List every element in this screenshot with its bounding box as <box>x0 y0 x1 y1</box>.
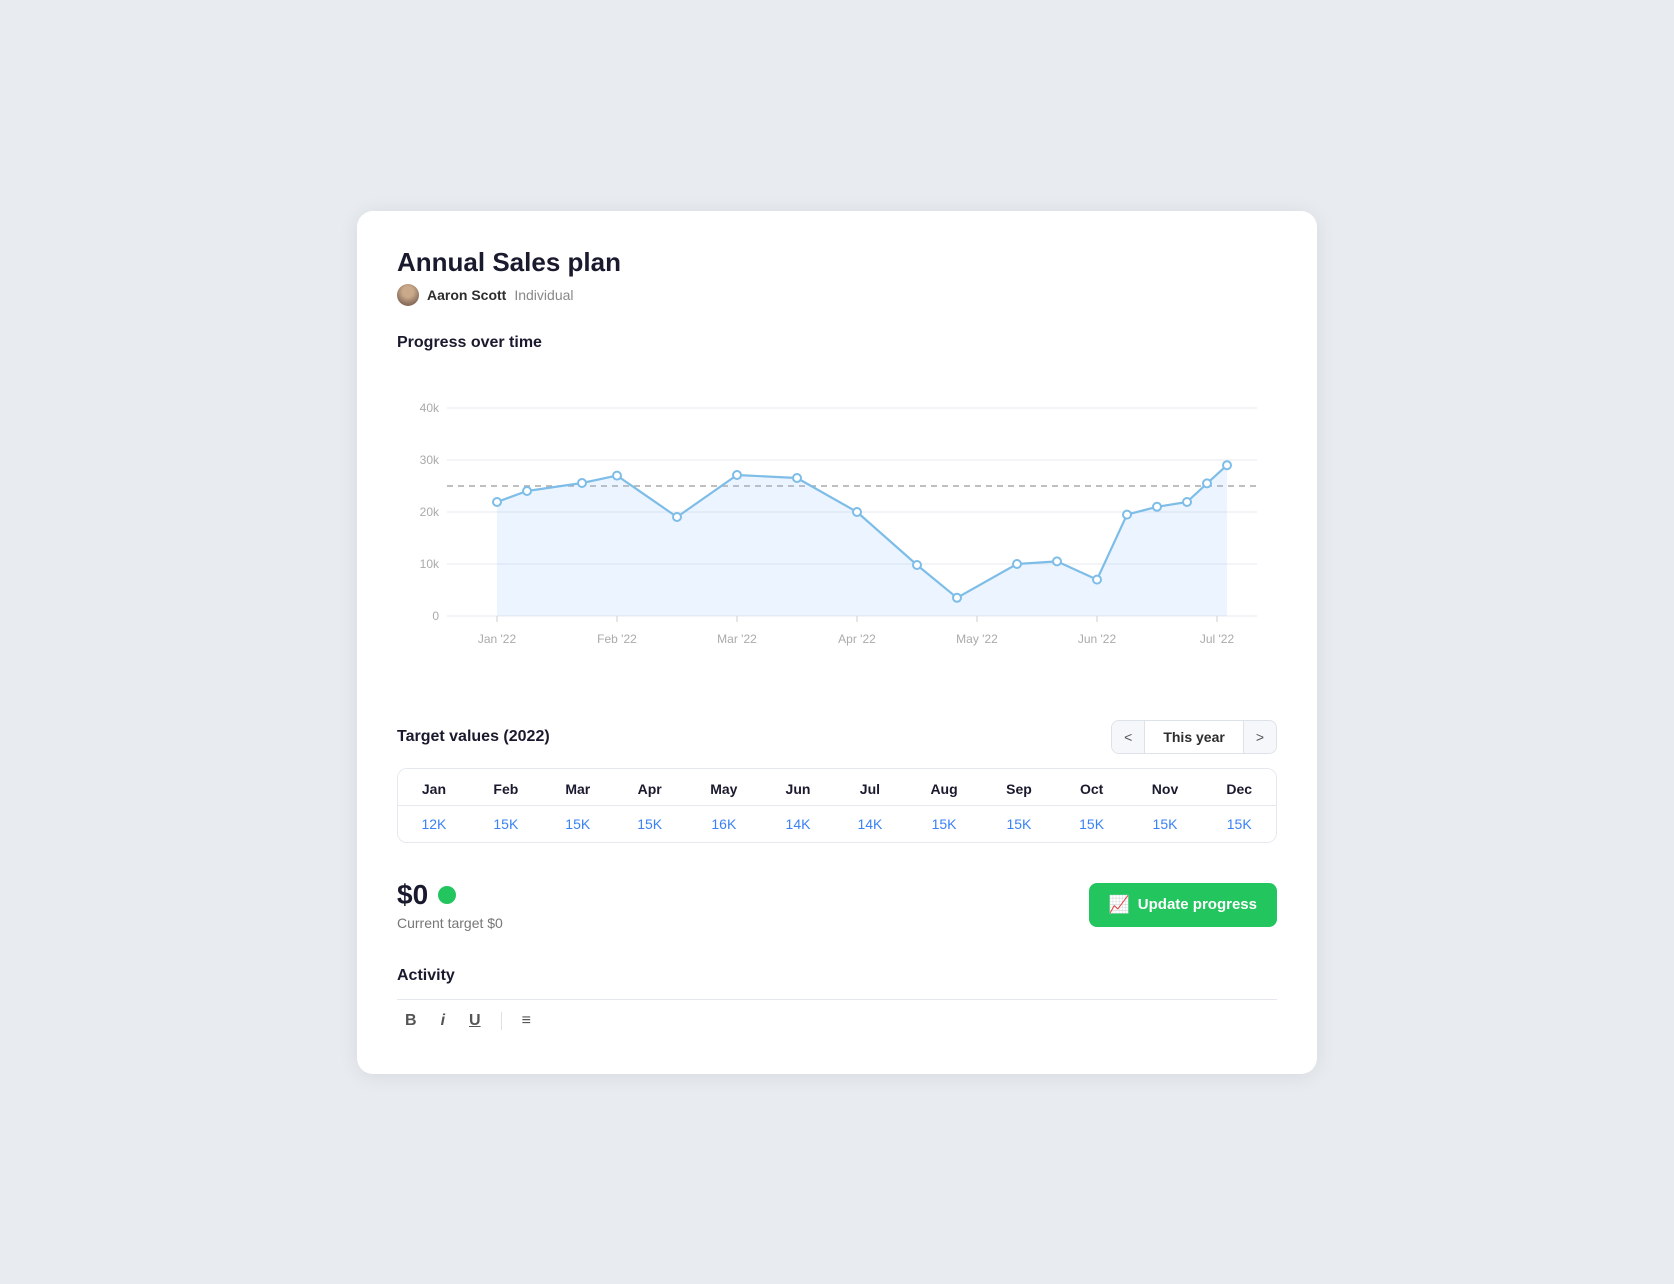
page-title: Annual Sales plan <box>397 247 1277 278</box>
target-month-header: Sep <box>982 769 1055 806</box>
chart-section-title: Progress over time <box>397 334 1277 352</box>
update-progress-icon: 📈 <box>1109 895 1130 915</box>
update-progress-label: Update progress <box>1138 896 1257 913</box>
year-nav-label: This year <box>1144 721 1243 753</box>
target-month-header: Dec <box>1202 769 1276 806</box>
target-section: Target values (2022) < This year > JanFe… <box>397 720 1277 843</box>
toolbar-divider <box>501 1012 502 1030</box>
target-table: JanFebMarAprMayJunJulAugSepOctNovDec 12K… <box>397 768 1277 843</box>
target-month-value: 15K <box>614 805 686 842</box>
list-button[interactable]: ≡ <box>518 1010 535 1032</box>
target-month-value: 15K <box>542 805 614 842</box>
underline-button[interactable]: U <box>465 1010 485 1032</box>
user-name: Aaron Scott <box>427 287 506 303</box>
target-month-header: Aug <box>906 769 982 806</box>
target-month-value: 16K <box>686 805 762 842</box>
progress-amount: $0 <box>397 879 503 911</box>
target-month-value: 14K <box>762 805 834 842</box>
svg-text:Mar '22: Mar '22 <box>717 632 757 646</box>
target-month-header: Jul <box>834 769 906 806</box>
year-prev-button[interactable]: < <box>1112 721 1144 753</box>
current-target: Current target $0 <box>397 915 503 931</box>
svg-text:Feb '22: Feb '22 <box>597 632 637 646</box>
target-month-value: 15K <box>470 805 542 842</box>
svg-text:0: 0 <box>432 609 439 623</box>
target-month-header: Jun <box>762 769 834 806</box>
target-section-title: Target values (2022) <box>397 728 550 746</box>
amount-value: $0 <box>397 879 428 911</box>
svg-text:30k: 30k <box>420 453 440 467</box>
target-month-value: 14K <box>834 805 906 842</box>
activity-title: Activity <box>397 967 1277 985</box>
status-dot <box>438 886 456 904</box>
target-month-value: 12K <box>398 805 470 842</box>
target-month-header: Oct <box>1056 769 1128 806</box>
target-month-header: Nov <box>1128 769 1203 806</box>
user-row: Aaron Scott Individual <box>397 284 1277 306</box>
italic-button[interactable]: i <box>437 1010 449 1032</box>
target-month-value: 15K <box>982 805 1055 842</box>
svg-text:Jun '22: Jun '22 <box>1078 632 1117 646</box>
target-month-header: Feb <box>470 769 542 806</box>
target-month-value: 15K <box>1202 805 1276 842</box>
target-month-value: 15K <box>1128 805 1203 842</box>
target-month-header: Jan <box>398 769 470 806</box>
activity-section: Activity B i U ≡ <box>397 967 1277 1042</box>
target-month-value: 15K <box>1056 805 1128 842</box>
progress-left: $0 Current target $0 <box>397 879 503 931</box>
activity-toolbar: B i U ≡ <box>397 999 1277 1042</box>
target-month-value: 15K <box>906 805 982 842</box>
svg-text:20k: 20k <box>420 505 440 519</box>
target-month-header: May <box>686 769 762 806</box>
target-month-header: Apr <box>614 769 686 806</box>
svg-text:Jul '22: Jul '22 <box>1200 632 1235 646</box>
target-header: Target values (2022) < This year > <box>397 720 1277 754</box>
svg-text:Apr '22: Apr '22 <box>838 632 876 646</box>
bold-button[interactable]: B <box>401 1010 421 1032</box>
chart-container: 40k 30k 20k 10k 0 Jan '22 Feb '22 Mar '2… <box>397 368 1277 688</box>
main-card: Annual Sales plan Aaron Scott Individual… <box>357 211 1317 1074</box>
user-type: Individual <box>514 287 573 303</box>
year-nav: < This year > <box>1111 720 1277 754</box>
progress-section: $0 Current target $0 📈 Update progress <box>397 871 1277 939</box>
avatar <box>397 284 419 306</box>
target-month-header: Mar <box>542 769 614 806</box>
year-next-button[interactable]: > <box>1244 721 1276 753</box>
svg-text:40k: 40k <box>420 401 440 415</box>
svg-text:10k: 10k <box>420 557 440 571</box>
line-chart: 40k 30k 20k 10k 0 Jan '22 Feb '22 Mar '2… <box>397 368 1277 688</box>
svg-text:Jan '22: Jan '22 <box>478 632 517 646</box>
svg-text:May '22: May '22 <box>956 632 998 646</box>
update-progress-button[interactable]: 📈 Update progress <box>1089 883 1277 927</box>
